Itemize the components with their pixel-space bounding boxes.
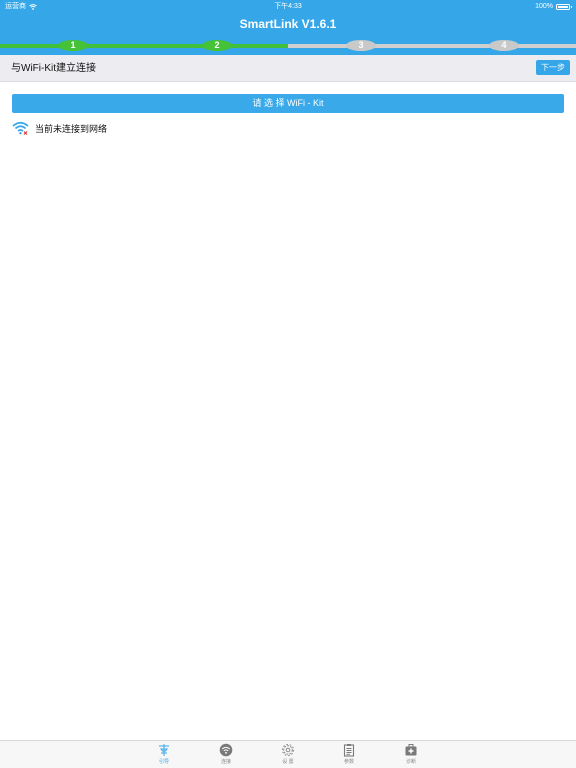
tab-connect[interactable]: 连接 [206, 743, 246, 766]
tab-settings[interactable]: 设 置 [268, 743, 308, 766]
app-title: SmartLink V1.6.1 [239, 17, 337, 31]
tab-params[interactable]: 参数 [329, 743, 369, 766]
wifi-icon [219, 743, 233, 757]
network-status-row: 当前未连接到网络 [12, 120, 107, 136]
gear-icon [281, 743, 295, 757]
step-1: 1 [58, 40, 88, 51]
step-2: 2 [202, 40, 232, 51]
battery-icon [556, 3, 572, 10]
medical-kit-icon [405, 744, 417, 756]
battery-percent: 100% [535, 3, 553, 10]
tab-params-label: 参数 [343, 759, 354, 765]
status-right: 100% [535, 0, 572, 13]
step-4: 4 [489, 40, 519, 51]
step-3: 3 [346, 40, 376, 51]
tab-connect-label: 连接 [220, 759, 231, 765]
tab-bar: 引导 连接 设 置 参数 诊断 [0, 740, 576, 768]
status-bar: 运营商 下午4:33 100% [0, 0, 576, 13]
guide-icon [159, 744, 169, 756]
clipboard-icon [343, 744, 355, 757]
tab-guide-label: 引导 [158, 759, 169, 765]
tab-diagnose-label: 诊断 [405, 759, 416, 765]
app-header: 运营商 下午4:33 100% SmartLink V1.6.1 1 2 3 4 [0, 0, 576, 55]
next-button[interactable]: 下一步 [536, 60, 570, 75]
subheader: 与WiFi-Kit建立连接 下一步 [0, 55, 576, 82]
status-time: 下午4:33 [274, 3, 302, 10]
wifi-disconnected-icon [12, 121, 29, 135]
step-progress: 1 2 3 4 [0, 36, 576, 55]
select-wifi-kit-button[interactable]: 请 选 择 WiFi - Kit [12, 94, 564, 113]
tab-settings-label: 设 置 [282, 759, 294, 765]
tab-diagnose[interactable]: 诊断 [391, 743, 431, 766]
network-status-text: 当前未连接到网络 [35, 123, 108, 134]
progress-fill [0, 44, 288, 48]
tab-guide[interactable]: 引导 [144, 743, 184, 766]
subheader-title: 与WiFi-Kit建立连接 [11, 63, 96, 74]
